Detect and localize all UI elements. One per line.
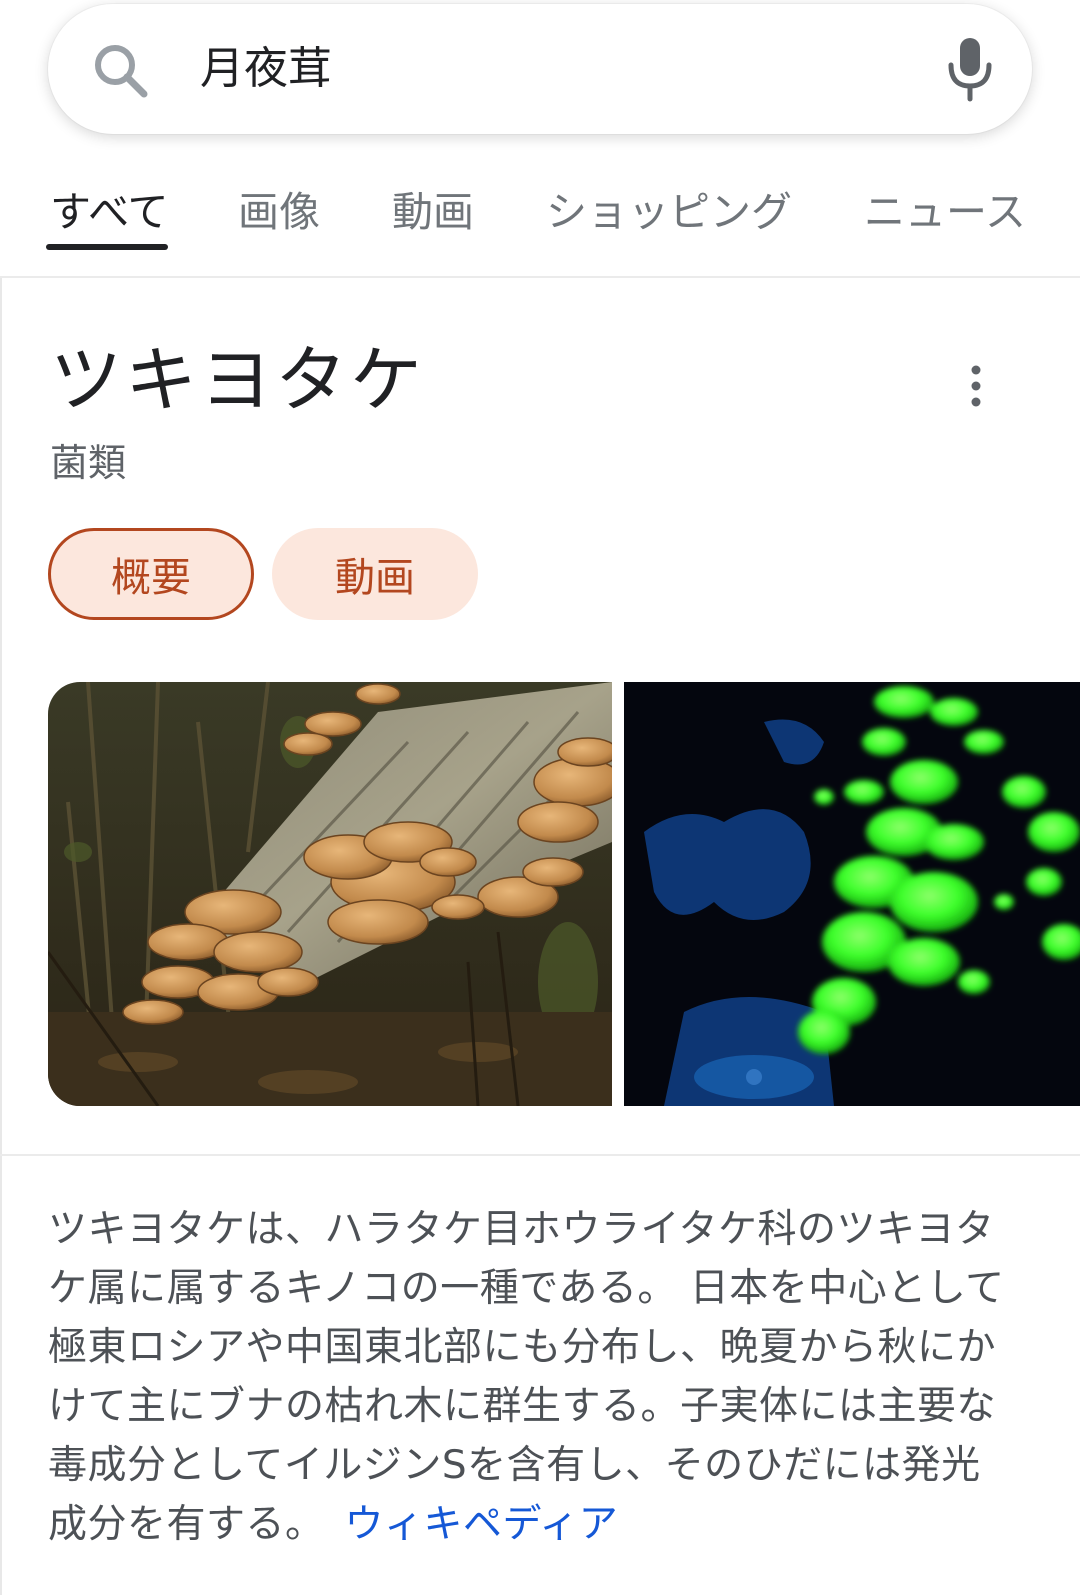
knowledge-panel-description: ツキヨタケは、ハラタケ目ホウライタケ科のツキヨタケ属に属するキノコの一種である。… [48,1200,1008,1554]
search-tabs: すべて 画像 動画 ショッピング ニュース [0,170,1080,278]
tab-videos[interactable]: 動画 [392,182,474,242]
active-tab-indicator [46,244,168,250]
chip-videos-label: 動画 [335,555,415,601]
tab-all[interactable]: すべて [50,182,169,242]
panel-edge [0,278,2,1595]
chip-overview[interactable]: 概要 [48,528,254,620]
more-options-icon[interactable] [964,362,988,410]
tab-news[interactable]: ニュース [864,182,1026,242]
tab-images[interactable]: 画像 [238,182,320,242]
chip-overview-label: 概要 [111,555,191,601]
mushrooms-on-log-image[interactable] [48,682,612,1106]
knowledge-panel-subtitle: 菌類 [50,441,127,485]
tab-shopping[interactable]: ショッピング [546,182,792,242]
search-input[interactable]: 月夜茸 [200,34,332,104]
wikipedia-link[interactable]: ウィキペディア [345,1502,619,1547]
microphone-icon[interactable] [944,34,996,104]
description-text: ツキヨタケは、ハラタケ目ホウライタケ科のツキヨタケ属に属するキノコの一種である。… [48,1207,1005,1547]
chip-videos[interactable]: 動画 [272,528,478,620]
knowledge-panel-title: ツキヨタケ [50,338,426,422]
glowing-mushrooms-image[interactable] [624,682,1080,1106]
tabs-fade [1020,170,1080,276]
search-icon[interactable] [90,40,152,102]
section-divider [0,1154,1080,1156]
search-bar[interactable]: 月夜茸 [48,4,1032,134]
